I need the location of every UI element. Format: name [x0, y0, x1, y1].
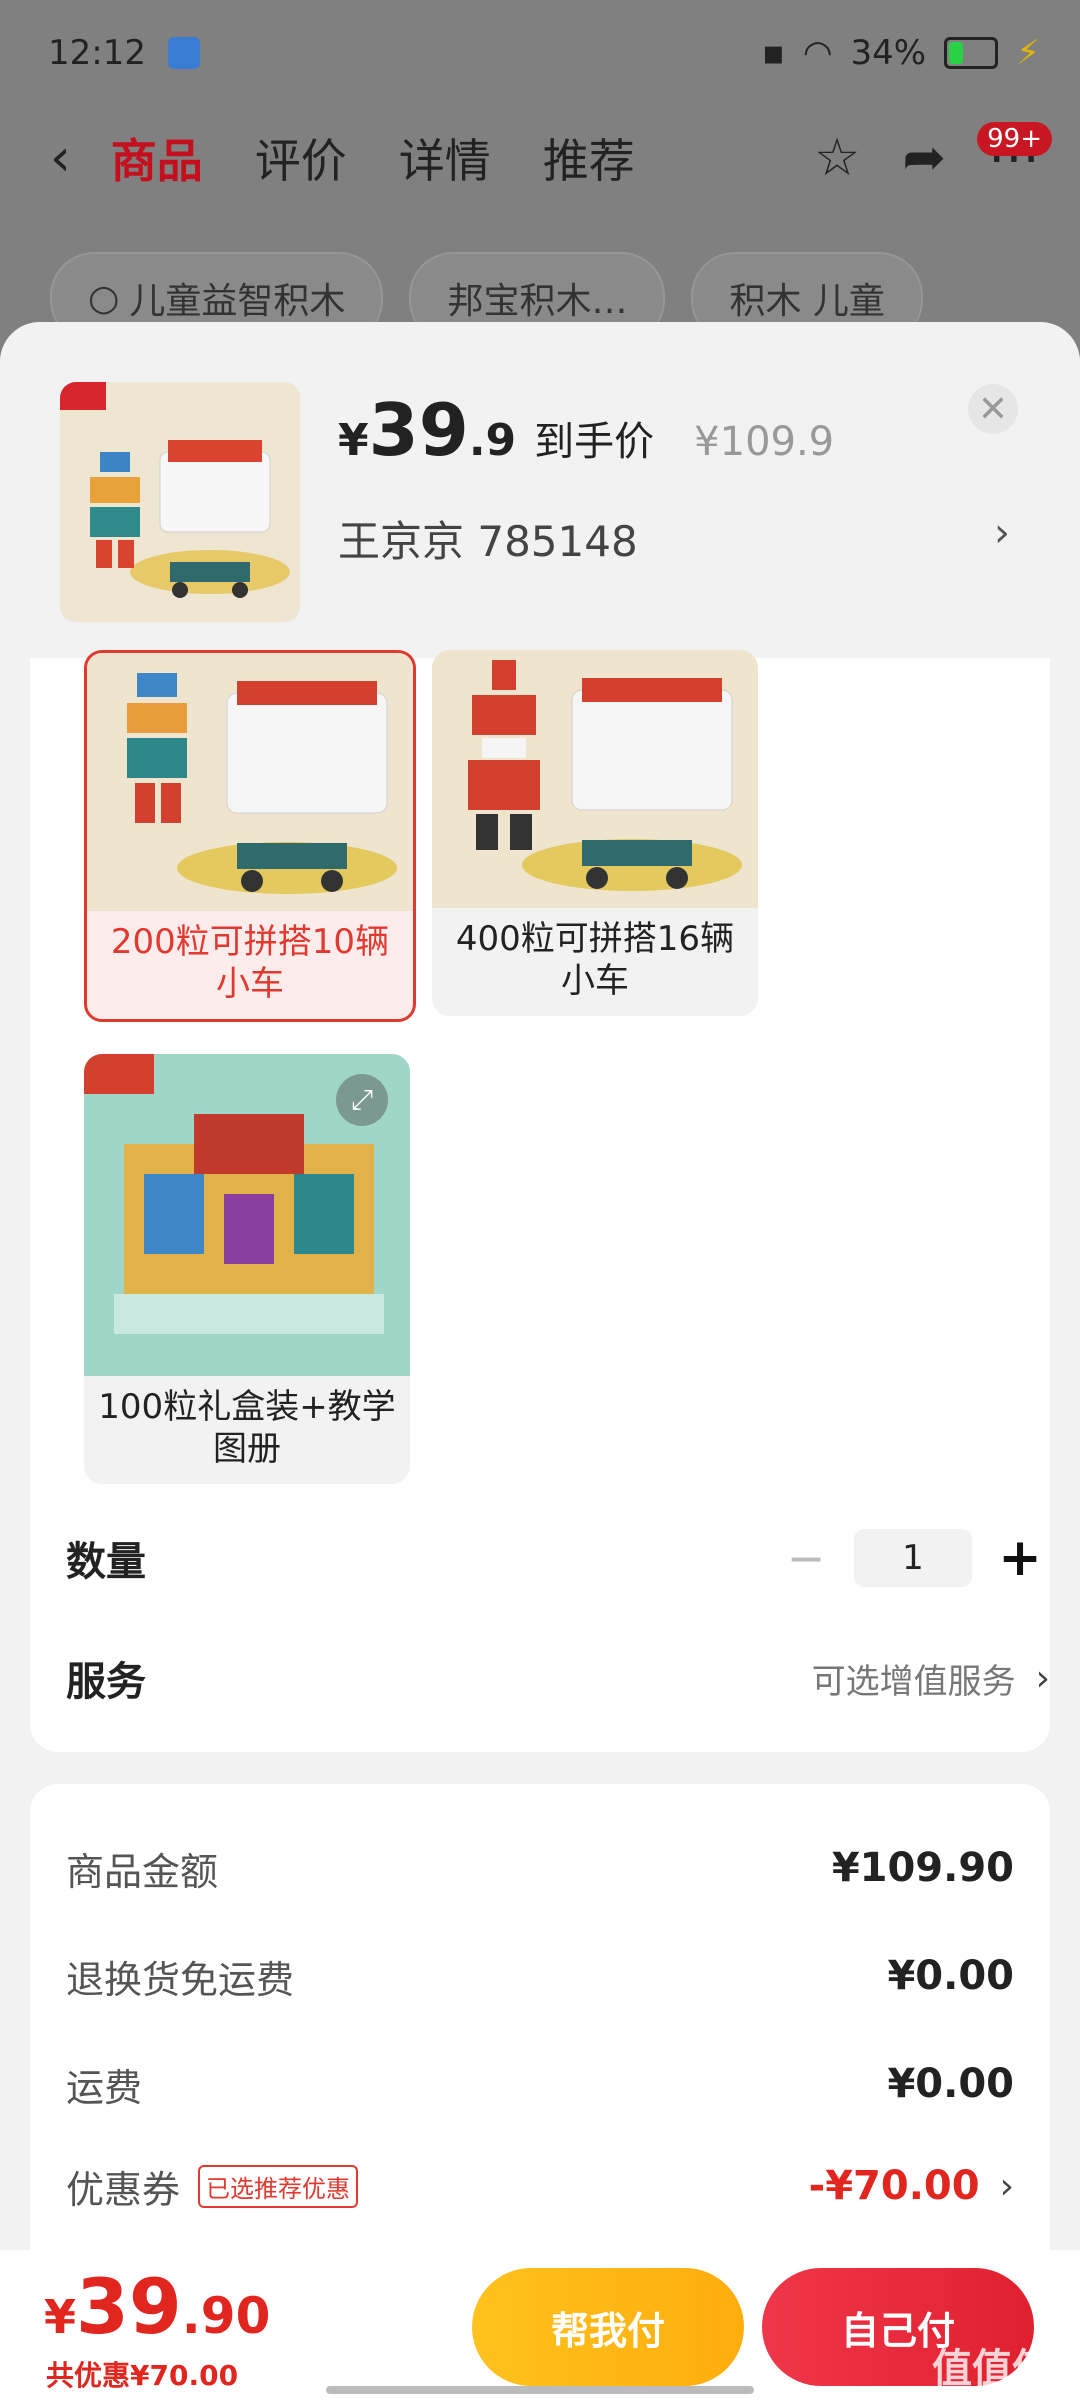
quantity-label: 数量 [66, 1539, 146, 1585]
quantity-row: 数量 − 1 + [66, 1528, 1050, 1588]
service-hint: 可选增值服务 [811, 1661, 1016, 1702]
price-decimal: .9 [468, 415, 517, 466]
option-200-pieces[interactable]: 200粒可拼搭10辆小车 [84, 650, 416, 1022]
price-integer: 39 [368, 388, 469, 472]
close-icon[interactable]: ✕ [968, 384, 1018, 434]
watermark: 值值值 [932, 2346, 1052, 2392]
search-icon: ○ [88, 277, 120, 319]
message-badge: 99+ [977, 122, 1052, 156]
back-icon[interactable]: ‹ [50, 128, 71, 188]
tab-recommend[interactable]: 推荐 [543, 125, 635, 191]
price-line: ¥ 39 .9 到手价 ¥109.9 [338, 388, 835, 472]
share-icon[interactable]: ➦ [902, 128, 946, 188]
option-image [87, 653, 413, 911]
status-bar: 12:12 ▪ ◠ 34% ⚡ [48, 28, 1040, 78]
app-notification-icon [167, 37, 200, 69]
plus-icon[interactable]: + [990, 1528, 1050, 1588]
coupon-tag: 已选推荐优惠 [198, 2164, 359, 2208]
original-price: ¥109.9 [694, 419, 835, 465]
tab-reviews[interactable]: 评价 [255, 125, 347, 191]
expand-icon[interactable]: ⤢ [336, 1074, 388, 1126]
clock: 12:12 [48, 33, 146, 73]
help-me-pay-button[interactable]: 帮我付 [472, 2268, 744, 2386]
return-freight-row: 退换货免运费 ¥0.00 [66, 1953, 1014, 2002]
total-price: ¥ 39 .90 [44, 2262, 271, 2351]
chevron-right-icon[interactable]: › [994, 510, 1010, 556]
option-label: 400粒可拼搭16辆小车 [455, 919, 735, 1001]
option-label: 100粒礼盒装+教学图册 [98, 1387, 396, 1469]
option-100-gift-box[interactable]: ⤢ 100粒礼盒装+教学图册 [84, 1054, 410, 1484]
charging-icon: ⚡ [1016, 33, 1040, 73]
shipping-address[interactable]: 王京京 785148 [338, 508, 638, 569]
goods-amount-row: 商品金额 ¥109.90 [66, 1845, 1014, 1894]
option-label: 200粒可拼搭10辆小车 [110, 922, 390, 1004]
tab-goods[interactable]: 商品 [111, 125, 203, 191]
option-400-pieces[interactable]: 400粒可拼搭16辆小车 [432, 650, 758, 1016]
total-discount: 共优惠¥70.00 [46, 2359, 239, 2392]
option-image [432, 650, 758, 908]
battery-percent: 34% [850, 33, 927, 73]
price-label: 到手价 [534, 419, 655, 465]
coupon-row[interactable]: 优惠券 已选推荐优惠 -¥70.00 › [66, 2156, 1014, 2216]
home-indicator[interactable] [326, 2386, 754, 2394]
tab-details[interactable]: 详情 [399, 125, 491, 191]
battery-icon [944, 37, 999, 69]
service-label: 服务 [66, 1659, 146, 1705]
coupon-value: -¥70.00 [808, 2163, 980, 2209]
shipping-fee-row: 运费 ¥0.00 [66, 2061, 1014, 2110]
quantity-stepper[interactable]: 1 [854, 1529, 972, 1587]
product-nav: ‹ 商品 评价 详情 推荐 ☆ ➦ ⋯ 99+ [50, 118, 1052, 198]
product-thumbnail[interactable] [60, 382, 300, 622]
minus-icon[interactable]: − [776, 1531, 836, 1585]
wifi-icon: ◠ [802, 33, 833, 73]
chevron-right-icon: › [1035, 1657, 1050, 1699]
sim-icon: ▪ [761, 33, 785, 73]
favorite-star-icon[interactable]: ☆ [814, 128, 861, 188]
service-row[interactable]: 服务 可选增值服务 › [66, 1648, 1050, 1708]
chevron-right-icon: › [999, 2165, 1014, 2207]
